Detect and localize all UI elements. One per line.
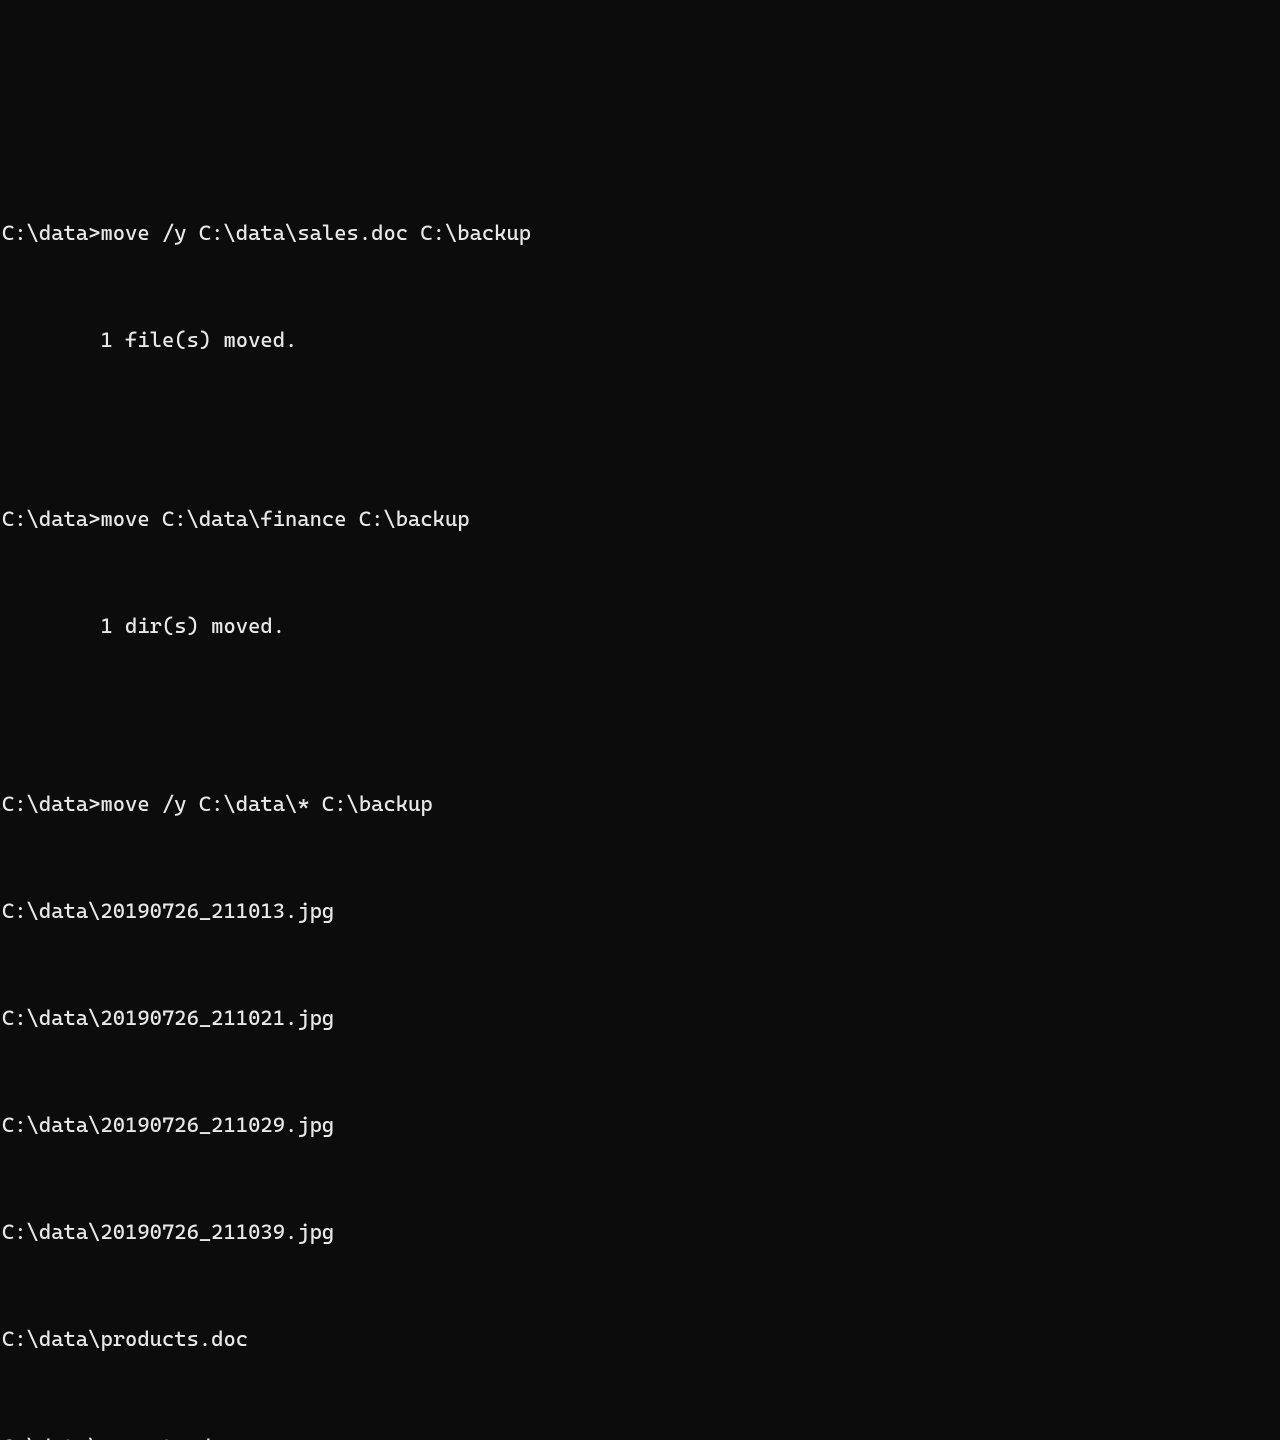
terminal-line: 1 dir(s) moved. [2, 609, 1280, 645]
terminal-line: C:\data>move C:\data\finance C:\backup [2, 502, 1280, 538]
terminal-line: C:\data\20190726_211039.jpg [2, 1215, 1280, 1251]
terminal-line: 1 file(s) moved. [2, 323, 1280, 359]
terminal-line: C:\data\20190726_211013.jpg [2, 894, 1280, 930]
terminal-line: C:\data\20190726_211021.jpg [2, 1001, 1280, 1037]
terminal-line: C:\data\20190726_211029.jpg [2, 1108, 1280, 1144]
terminal-line: C:\data\reports.doc [2, 1430, 1280, 1440]
terminal-line: C:\data\products.doc [2, 1322, 1280, 1358]
terminal-line: C:\data>move /y C:\data\sales.doc C:\bac… [2, 216, 1280, 252]
terminal-line: C:\data>move /y C:\data\* C:\backup [2, 787, 1280, 823]
terminal-window[interactable]: C:\data>move /y C:\data\sales.doc C:\bac… [0, 143, 1280, 1440]
